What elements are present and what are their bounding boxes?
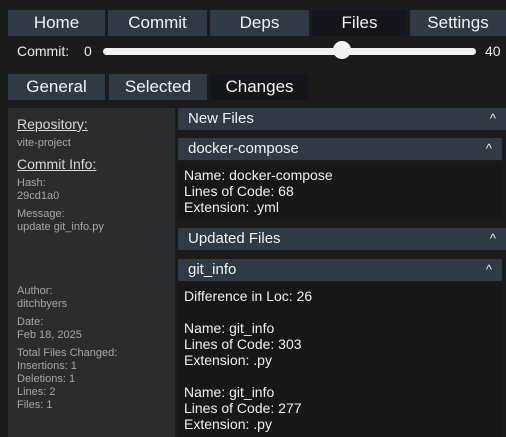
file-extension: Extension: .yml bbox=[184, 199, 279, 215]
file-details-docker-compose: Name: docker-compose Lines of Code: 68 E… bbox=[178, 164, 502, 219]
tab-commit[interactable]: Commit bbox=[108, 10, 207, 36]
file-name: Name: docker-compose bbox=[184, 167, 333, 183]
repository-heading: Repository: bbox=[17, 116, 88, 132]
updated-files-header[interactable]: Updated Files ^ bbox=[178, 228, 506, 250]
collapse-icon[interactable]: ^ bbox=[486, 138, 492, 160]
total-files-changed-label: Total Files Changed: bbox=[17, 347, 118, 359]
author-value: ditchbyers bbox=[17, 298, 68, 310]
author-label: Author: bbox=[17, 285, 53, 297]
changes-panel: New Files ^ docker-compose ^ Name: docke… bbox=[178, 108, 506, 437]
file-loc: Lines of Code: 68 bbox=[184, 183, 294, 199]
commit-slider-min: 0 bbox=[84, 43, 92, 59]
commit-slider-max: 40 bbox=[485, 43, 501, 59]
message-value: update git_info.py bbox=[17, 221, 104, 233]
commit-slider-track[interactable] bbox=[103, 48, 476, 55]
collapse-icon[interactable]: ^ bbox=[490, 228, 496, 250]
file-item-header-docker-compose[interactable]: docker-compose ^ bbox=[178, 138, 502, 160]
insertions-value: Insertions: 1 bbox=[17, 360, 77, 372]
file-item-title: docker-compose bbox=[188, 140, 299, 157]
commit-sidebar: Repository: vite-project Commit Info: Ha… bbox=[8, 108, 175, 437]
file-extension: Extension: .py bbox=[184, 352, 272, 368]
hash-label: Hash: bbox=[17, 177, 46, 189]
file-name: Name: git_info bbox=[184, 384, 275, 400]
file-item-title: git_info bbox=[188, 261, 237, 278]
lines-value: Lines: 2 bbox=[17, 386, 56, 398]
subtab-selected[interactable]: Selected bbox=[109, 74, 207, 100]
commit-info-heading: Commit Info: bbox=[17, 156, 97, 172]
date-label: Date: bbox=[17, 316, 44, 328]
new-files-title: New Files bbox=[188, 110, 254, 127]
file-item-header-git-info[interactable]: git_info ^ bbox=[178, 259, 502, 281]
sub-nav: General Selected Changes bbox=[8, 74, 308, 100]
collapse-icon[interactable]: ^ bbox=[490, 108, 496, 130]
collapse-icon[interactable]: ^ bbox=[486, 259, 492, 281]
commit-slider-thumb[interactable] bbox=[332, 41, 351, 59]
tab-files[interactable]: Files bbox=[312, 10, 407, 36]
deletions-value: Deletions: 1 bbox=[17, 373, 76, 385]
files-value: Files: 1 bbox=[17, 399, 53, 411]
tab-home[interactable]: Home bbox=[8, 10, 105, 36]
hash-value: 29cd1a0 bbox=[17, 190, 60, 202]
file-details-git-info: Difference in Loc: 26 Name: git_info Lin… bbox=[178, 285, 502, 437]
commit-slider-label: Commit: bbox=[17, 43, 70, 59]
file-name: Name: git_info bbox=[184, 320, 275, 336]
file-loc: Lines of Code: 303 bbox=[184, 336, 302, 352]
date-value: Feb 18, 2025 bbox=[17, 329, 82, 341]
new-files-header[interactable]: New Files ^ bbox=[178, 108, 506, 130]
subtab-general[interactable]: General bbox=[8, 74, 105, 100]
subtab-changes[interactable]: Changes bbox=[211, 74, 308, 100]
loc-difference: Difference in Loc: 26 bbox=[184, 288, 313, 304]
repository-name: vite-project bbox=[17, 137, 71, 149]
message-label: Message: bbox=[17, 208, 65, 220]
updated-files-title: Updated Files bbox=[188, 230, 281, 247]
main-nav: Home Commit Deps Files Settings bbox=[8, 10, 506, 36]
file-extension: Extension: .py bbox=[184, 416, 272, 432]
file-loc: Lines of Code: 277 bbox=[184, 400, 302, 416]
tab-deps[interactable]: Deps bbox=[210, 10, 309, 36]
commit-slider-row: Commit: 0 40 bbox=[0, 40, 506, 64]
tab-settings[interactable]: Settings bbox=[410, 10, 506, 36]
